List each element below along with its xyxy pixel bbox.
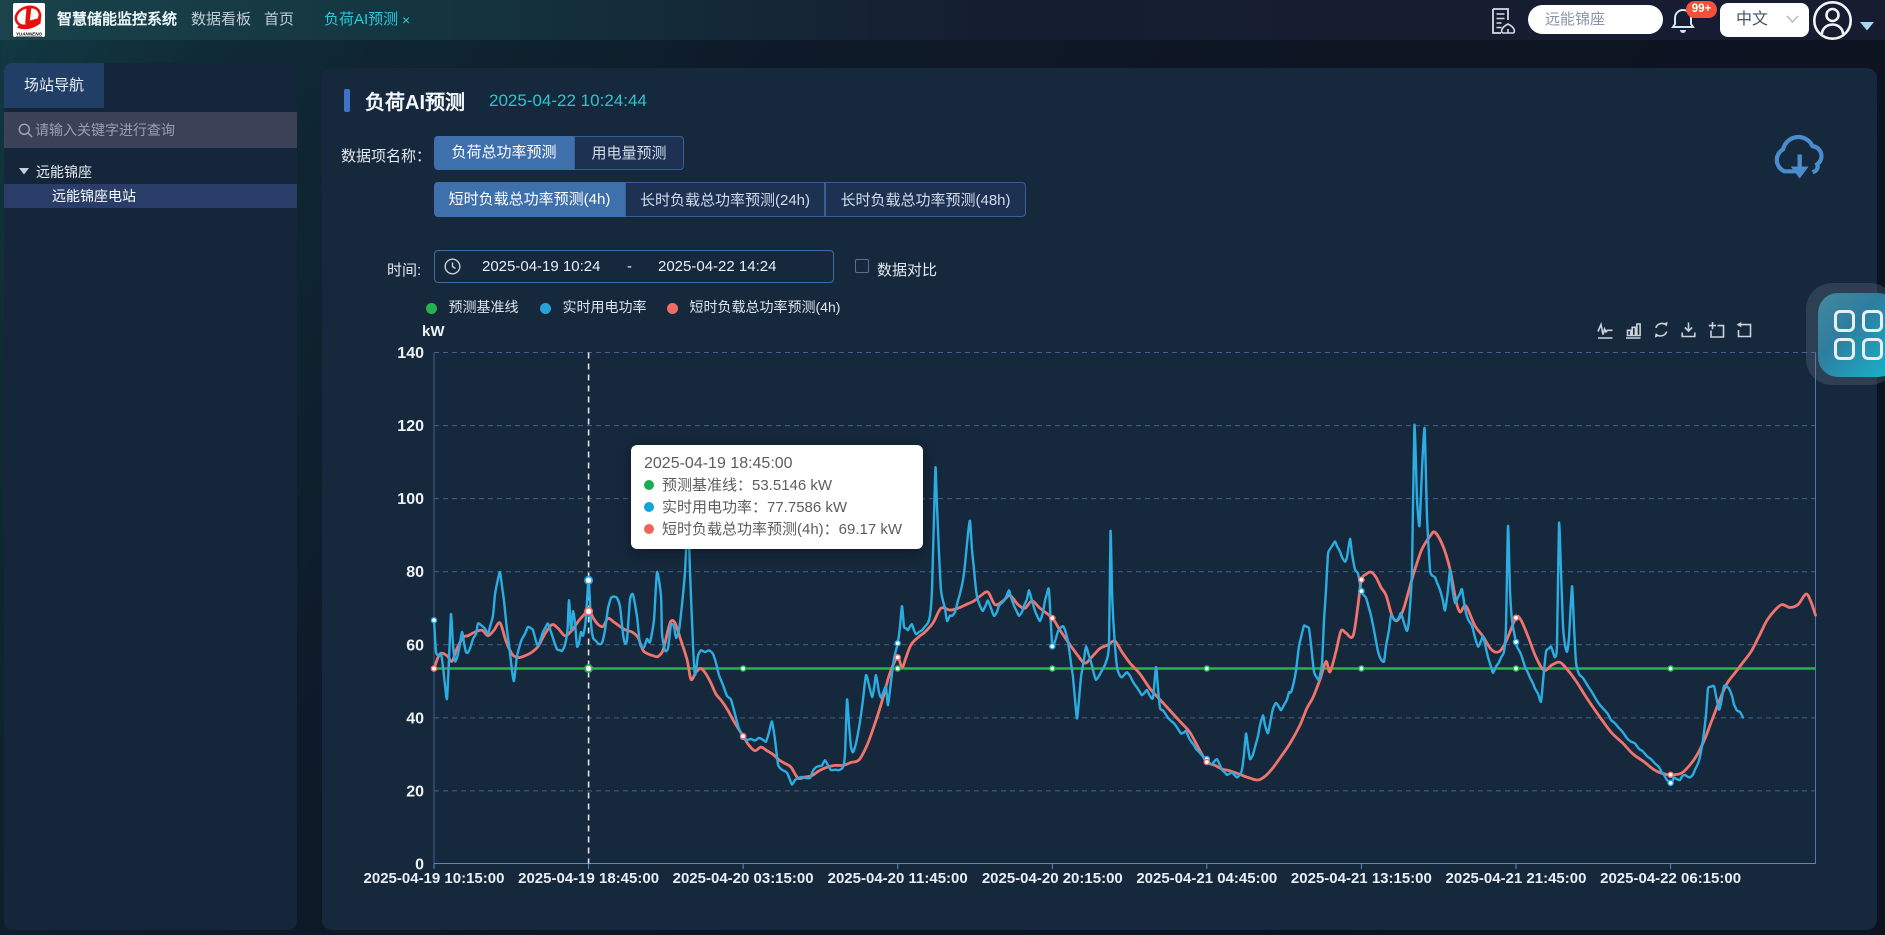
svg-text:80: 80 bbox=[406, 564, 424, 581]
svg-text:40: 40 bbox=[406, 710, 424, 727]
svg-text:100: 100 bbox=[397, 491, 424, 508]
svg-text:2025-04-22 06:15:00: 2025-04-22 06:15:00 bbox=[1600, 870, 1741, 887]
svg-text:140: 140 bbox=[397, 345, 424, 362]
svg-text:2025-04-19 10:15:00: 2025-04-19 10:15:00 bbox=[364, 870, 505, 887]
svg-text:2025-04-20 11:45:00: 2025-04-20 11:45:00 bbox=[828, 870, 968, 887]
svg-text:2025-04-21 21:45:00: 2025-04-21 21:45:00 bbox=[1446, 870, 1587, 887]
svg-text:60: 60 bbox=[406, 637, 424, 654]
svg-text:kW: kW bbox=[422, 323, 445, 340]
svg-text:2025-04-21 04:45:00: 2025-04-21 04:45:00 bbox=[1136, 870, 1277, 887]
svg-text:20: 20 bbox=[406, 783, 424, 800]
svg-text:2025-04-20 03:15:00: 2025-04-20 03:15:00 bbox=[673, 870, 814, 887]
svg-text:2025-04-20 20:15:00: 2025-04-20 20:15:00 bbox=[982, 870, 1123, 887]
svg-text:120: 120 bbox=[397, 418, 424, 435]
svg-text:2025-04-21 13:15:00: 2025-04-21 13:15:00 bbox=[1291, 870, 1432, 887]
svg-text:2025-04-19 18:45:00: 2025-04-19 18:45:00 bbox=[518, 870, 659, 887]
